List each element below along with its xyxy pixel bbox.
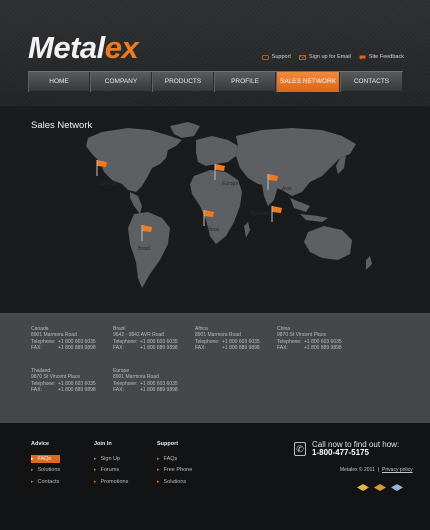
copyright: Metalex © 2011 | Privacy policy — [340, 467, 413, 473]
chat-icon — [359, 55, 366, 60]
footer-link-faqs[interactable]: ▸ FAQs — [31, 455, 61, 463]
footer-col-title: Advice — [31, 441, 50, 447]
map-label-canada: Canada — [99, 181, 117, 187]
office-fax: +1 800 889 9898 — [304, 344, 342, 351]
bullet-icon: ▸ — [157, 456, 160, 462]
map-label-africa: Africa — [206, 227, 219, 233]
separator: | — [377, 467, 380, 473]
footer-link-faqs[interactable]: ▸ FAQs — [157, 455, 192, 463]
footer-link-contacts[interactable]: ▸ Contacts — [31, 478, 60, 486]
footer-link-label: Promotions — [100, 478, 129, 485]
office-fax: +1 800 889 9898 — [140, 386, 178, 393]
bullet-icon: ▸ — [31, 478, 34, 485]
copyright-text: Metalex © 2011 — [340, 467, 375, 473]
bullet-icon: ▸ — [94, 456, 97, 462]
footer-col-title: Support — [157, 441, 179, 447]
office-fax: +1 800 889 9898 — [222, 344, 260, 351]
nav-item-products[interactable]: Products — [152, 72, 214, 92]
social-icon-3[interactable] — [390, 479, 404, 491]
section-title: Sales Network — [31, 120, 93, 131]
envelope-icon — [299, 54, 306, 60]
top-links: Support Sign up for Email Site Feedback — [261, 54, 404, 60]
footer-link-solutions[interactable]: ▸ Solutions — [157, 478, 192, 486]
social-icon-1[interactable] — [356, 479, 370, 491]
fax-label: FAX: — [31, 344, 42, 351]
logo-text-accent: ex — [104, 30, 139, 65]
footer-link-label: Sign Up — [100, 456, 121, 462]
fax-label: FAX: — [31, 386, 42, 393]
feedback-link[interactable]: Site Feedback — [359, 54, 404, 60]
office-canada: Canada 8901 Marmora Road Telephone: +1 80… — [31, 326, 116, 351]
footer-link-free-phone[interactable]: ▸ Free Phone — [157, 466, 192, 474]
main-nav: Home Company Products Profile Sales Netw… — [28, 71, 403, 92]
phone-number: 1-800-477-5175 — [312, 448, 369, 457]
office-china: China 9870 St Vincent Place Telephone: +1… — [277, 326, 362, 351]
map-label-thailand: Thailand — [250, 211, 269, 217]
office-fax: +1 800 889 9898 — [140, 344, 178, 351]
bullet-icon: ▸ — [31, 456, 34, 462]
social-icon-2[interactable] — [373, 479, 387, 491]
call-block: ✆ Call now to find out how: 1-800-477-51… — [294, 441, 399, 457]
footer-col-title: Join In — [94, 441, 112, 447]
map-label-asia: Asia — [282, 186, 292, 192]
footer-link-label: Solutions — [163, 478, 187, 485]
nav-item-contacts[interactable]: Contacts — [340, 72, 403, 92]
email-signup-link[interactable]: Sign up for Email — [299, 54, 351, 60]
feedback-link-label: Site Feedback — [368, 54, 404, 60]
bullet-icon: ▸ — [157, 478, 160, 485]
support-link[interactable]: Support — [261, 54, 291, 60]
office-europe: Europe 8901 Marmora Road Telephone: +1 80… — [113, 368, 198, 393]
map-label-europe: Europe — [222, 181, 238, 187]
footer-link-forums[interactable]: ▸ Forums — [94, 466, 128, 474]
support-link-label: Support — [271, 54, 291, 60]
office-fax: +1 800 889 9898 — [58, 344, 96, 351]
world-map: Canada Europe Asia Thailand Africa Brazi… — [86, 122, 372, 288]
fax-label: FAX: — [195, 344, 206, 351]
phone-icon: ✆ — [294, 442, 306, 456]
office-africa: Africa 8901 Marmora Road Telephone: +1 80… — [195, 326, 280, 351]
office-brazil: Brazil 9642 - 9842 AVR Road Telephone: +1… — [113, 326, 198, 351]
fax-label: FAX: — [113, 344, 124, 351]
map-label-brazil: Brazil — [138, 246, 151, 252]
footer-link-label: Solutions — [37, 467, 61, 474]
bullet-icon: ▸ — [94, 478, 97, 485]
header: Metalex Support Sign up for Email Site F… — [0, 0, 430, 106]
footer-col-advice: Advice ▸ FAQs ▸ Solutions ▸ Contacts — [31, 441, 61, 489]
footer-link-sign-up[interactable]: ▸ Sign Up — [94, 455, 128, 463]
headset-icon — [261, 54, 269, 60]
footer-link-label: Free Phone — [163, 467, 193, 474]
office-fax: +1 800 889 9898 — [58, 386, 96, 393]
footer-link-promotions[interactable]: ▸ Promotions — [94, 478, 128, 486]
bullet-icon: ▸ — [157, 467, 160, 474]
social-icons — [356, 479, 404, 491]
footer-col-support: Support ▸ FAQs ▸ Free Phone ▸ Solutions — [157, 441, 192, 489]
bullet-icon: ▸ — [31, 467, 34, 474]
nav-item-profile[interactable]: Profile — [214, 72, 276, 92]
privacy-policy-link[interactable]: Privacy policy — [382, 467, 413, 473]
logo[interactable]: Metalex — [28, 30, 139, 66]
email-signup-link-label: Sign up for Email — [308, 54, 351, 60]
nav-item-sales-network[interactable]: Sales Network — [276, 72, 340, 92]
bullet-icon: ▸ — [94, 467, 97, 474]
footer-link-label: Forums — [100, 467, 120, 474]
office-thailand: Thailand 9870 St Vincent Place Telephone… — [31, 368, 116, 393]
fax-label: FAX: — [277, 344, 288, 351]
footer: Advice ▸ FAQs ▸ Solutions ▸ Contacts Join I… — [0, 423, 430, 530]
offices-section: Canada 8901 Marmora Road Telephone: +1 80… — [0, 313, 430, 423]
footer-link-label: FAQs — [163, 456, 178, 462]
flag-marker-thailand — [271, 206, 282, 222]
footer-link-label: Contacts — [37, 478, 60, 485]
sales-network-section: Canada Europe Asia Thailand Africa Brazi… — [0, 106, 430, 313]
nav-item-company[interactable]: Company — [90, 72, 152, 92]
nav-item-home[interactable]: Home — [28, 72, 90, 92]
footer-link-solutions[interactable]: ▸ Solutions — [31, 466, 60, 474]
logo-text-main: Metal — [28, 30, 105, 65]
fax-label: FAX: — [113, 386, 124, 393]
footer-col-join-in: Join In ▸ Sign Up ▸ Forums ▸ Promotions — [94, 441, 128, 489]
footer-link-label: FAQs — [37, 456, 52, 462]
